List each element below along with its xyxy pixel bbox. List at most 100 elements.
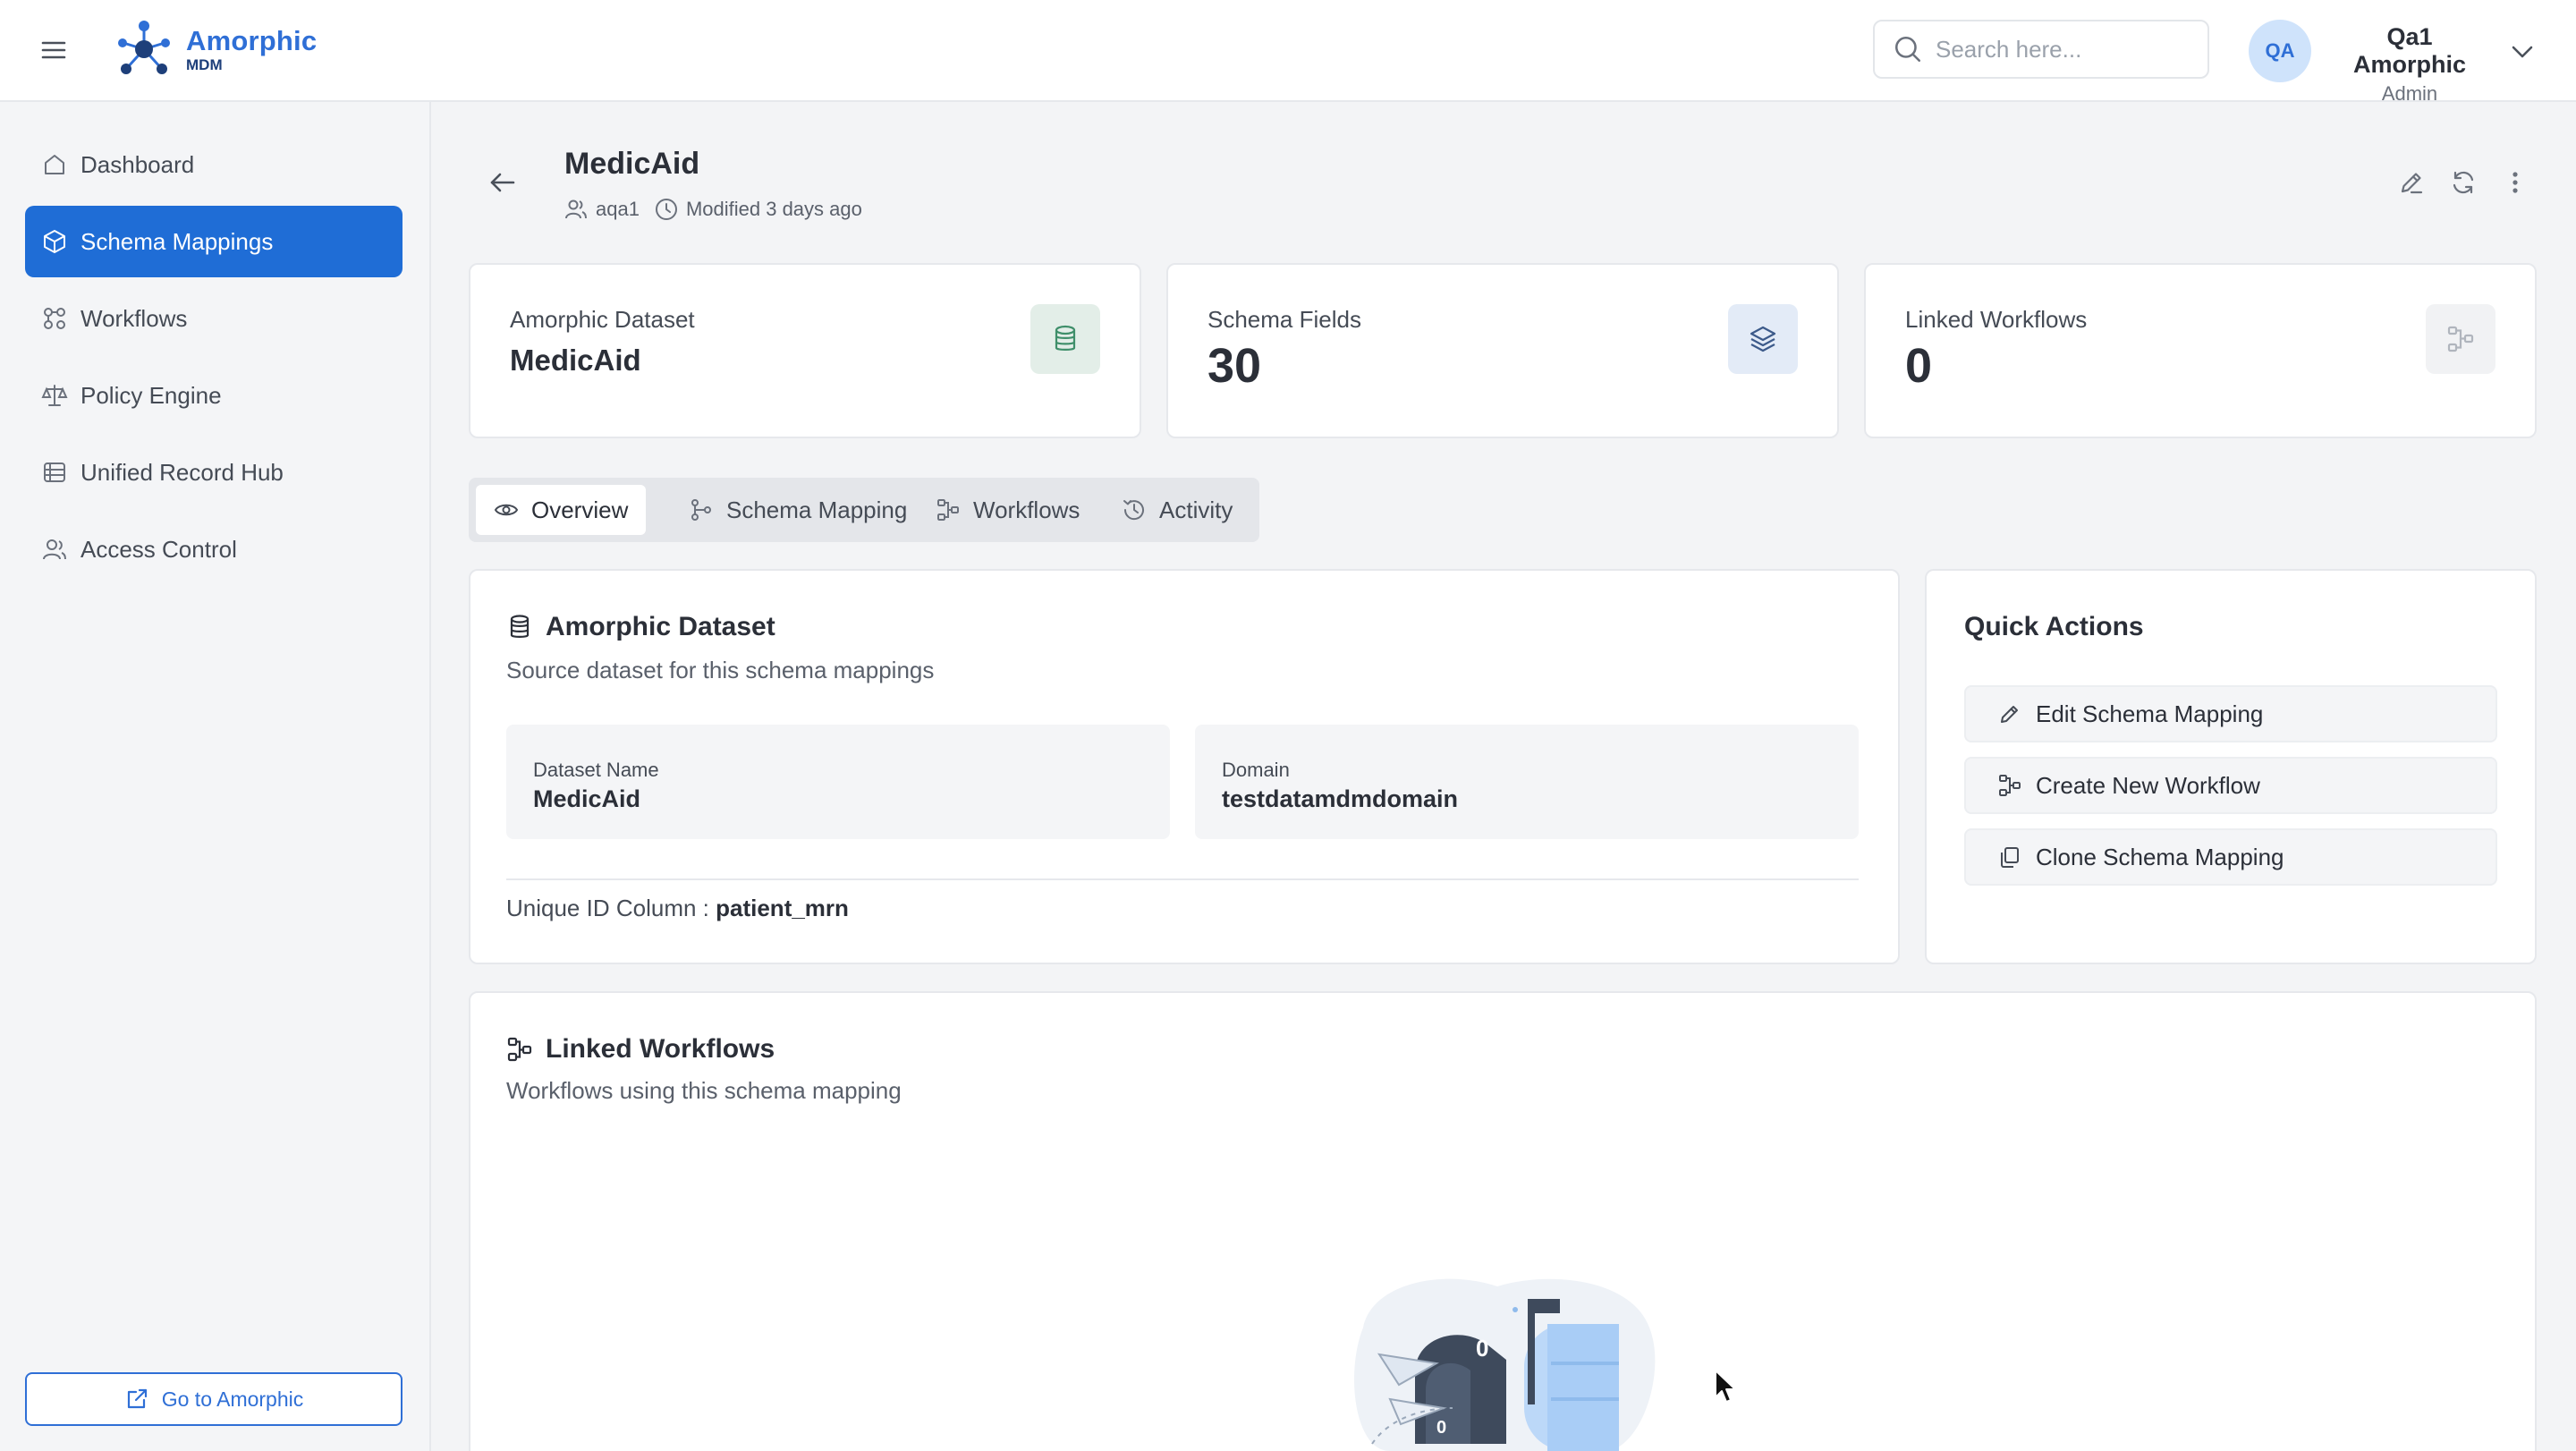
field-label: Dataset Name (533, 759, 659, 781)
domain-field: Domain testdatamdmdomain (1195, 725, 1859, 839)
panel-title-text: Linked Workflows (546, 1034, 775, 1064)
tab-label: Overview (531, 496, 629, 523)
button-label: Clone Schema Mapping (2036, 843, 2284, 870)
brand-logo[interactable]: Amorphic MDM (113, 18, 317, 81)
dataset-panel-title: Amorphic Dataset (506, 612, 775, 642)
workflow-icon (936, 497, 961, 522)
menu-icon[interactable] (39, 36, 68, 64)
sidebar-item-label: Unified Record Hub (80, 458, 284, 486)
empty-mailbox-illustration: 0 0 (1336, 1274, 1676, 1451)
clone-schema-mapping-button[interactable]: Clone Schema Mapping (1964, 828, 2497, 886)
mouse-cursor-icon (1714, 1369, 1739, 1404)
page-meta: aqa1 Modified 3 days ago (564, 197, 862, 222)
pencil-icon (1998, 702, 2021, 726)
tab-schema-mapping[interactable]: Schema Mapping (671, 485, 925, 535)
avatar[interactable]: QA (2249, 20, 2311, 82)
mailbox-count-top: 0 (1476, 1335, 1488, 1362)
go-to-amorphic-button[interactable]: Go to Amorphic (25, 1372, 402, 1426)
sidebar: Dashboard Schema Mappings Workflows Poli… (0, 102, 431, 1451)
tab-activity[interactable]: Activity (1104, 485, 1250, 535)
user-role: Admin (2381, 82, 2438, 105)
stat-value: 30 (1208, 339, 1262, 393)
workflow-icon (1998, 774, 2021, 797)
scale-icon (41, 382, 68, 409)
owner-name: aqa1 (596, 198, 640, 220)
stat-card-schema-fields: Schema Fields 30 (1166, 263, 1839, 438)
sidebar-item-label: Access Control (80, 535, 237, 563)
sidebar-item-label: Policy Engine (80, 381, 222, 409)
copy-icon (1998, 845, 2021, 869)
tab-label: Activity (1159, 496, 1233, 523)
go-to-amorphic-label: Go to Amorphic (161, 1387, 304, 1411)
search-icon (1893, 34, 1923, 64)
user-name: Qa1 Amorphic (2352, 23, 2466, 78)
sidebar-item-workflows[interactable]: Workflows (25, 283, 402, 354)
uid-value: patient_mrn (716, 895, 849, 921)
stat-label: Amorphic Dataset (510, 306, 695, 333)
external-link-icon (124, 1387, 149, 1412)
brand-name: Amorphic (186, 24, 318, 56)
sidebar-item-policy-engine[interactable]: Policy Engine (25, 360, 402, 431)
search-input[interactable] (1936, 35, 2195, 64)
brand-subtitle: MDM (186, 55, 223, 73)
quick-actions-title: Quick Actions (1964, 612, 2144, 641)
unique-id-column: Unique ID Column : patient_mrn (506, 895, 849, 922)
tab-overview[interactable]: Overview (476, 485, 647, 535)
dataset-name-field: Dataset Name MedicAid (506, 725, 1170, 839)
mailbox-count-bottom: 0 (1436, 1418, 1446, 1438)
pencil-icon[interactable] (2397, 168, 2426, 197)
database-icon (506, 614, 533, 641)
stat-value: 0 (1905, 339, 1933, 393)
more-vertical-icon[interactable] (2501, 168, 2529, 197)
top-bar: Amorphic MDM QA Qa1 Amorphic Admin (0, 0, 2576, 105)
uid-label: Unique ID Column : (506, 895, 709, 921)
sidebar-item-label: Dashboard (80, 150, 195, 178)
edit-schema-mapping-button[interactable]: Edit Schema Mapping (1964, 685, 2497, 742)
tab-bar: Overview Schema Mapping Workflows Activi… (469, 478, 1259, 542)
chevron-down-icon[interactable] (2508, 38, 2537, 66)
linked-workflows-subtitle: Workflows using this schema mapping (506, 1077, 902, 1104)
sidebar-item-access-control[interactable]: Access Control (25, 513, 402, 585)
database-icon (1030, 304, 1100, 374)
tab-workflows[interactable]: Workflows (918, 485, 1097, 535)
back-arrow-icon[interactable] (487, 166, 519, 199)
stat-label: Linked Workflows (1905, 306, 2088, 333)
sidebar-item-unified-record-hub[interactable]: Unified Record Hub (25, 437, 402, 508)
field-label: Domain (1222, 759, 1290, 781)
git-branch-icon (689, 497, 714, 522)
dataset-panel-subtitle: Source dataset for this schema mappings (506, 657, 935, 683)
tab-label: Workflows (973, 496, 1080, 523)
sidebar-item-dashboard[interactable]: Dashboard (25, 129, 402, 200)
stat-label: Schema Fields (1208, 306, 1361, 333)
button-label: Create New Workflow (2036, 771, 2260, 799)
sidebar-item-label: Workflows (80, 304, 188, 332)
field-value: MedicAid (533, 785, 641, 812)
divider (506, 878, 1859, 880)
create-new-workflow-button[interactable]: Create New Workflow (1964, 757, 2497, 814)
field-value: testdatamdmdomain (1222, 785, 1459, 812)
workflow-icon (506, 1036, 533, 1063)
linked-workflows-title: Linked Workflows (506, 1034, 775, 1065)
panel-title-text: Amorphic Dataset (546, 612, 775, 641)
clock-icon (654, 197, 679, 222)
page-title: MedicAid (564, 147, 700, 181)
modified-text: Modified 3 days ago (685, 198, 862, 220)
layers-icon (1728, 304, 1798, 374)
search-box (1873, 20, 2209, 79)
workflow-icon (2426, 304, 2496, 374)
refresh-icon[interactable] (2449, 168, 2478, 197)
history-icon (1122, 497, 1147, 522)
button-label: Edit Schema Mapping (2036, 700, 2264, 727)
stat-value: MedicAid (510, 344, 641, 377)
amorphic-logo-icon (113, 18, 175, 81)
records-icon (41, 459, 68, 486)
users-icon (41, 536, 68, 563)
tab-label: Schema Mapping (726, 496, 908, 523)
sidebar-item-schema-mappings[interactable]: Schema Mappings (25, 206, 402, 277)
users-icon (564, 197, 589, 222)
eye-icon (494, 497, 519, 522)
sidebar-item-label: Schema Mappings (80, 227, 274, 255)
user-menu[interactable]: Qa1 Amorphic Admin (2329, 23, 2490, 106)
cube-icon (41, 228, 68, 255)
stat-card-dataset: Amorphic Dataset MedicAid (469, 263, 1141, 438)
